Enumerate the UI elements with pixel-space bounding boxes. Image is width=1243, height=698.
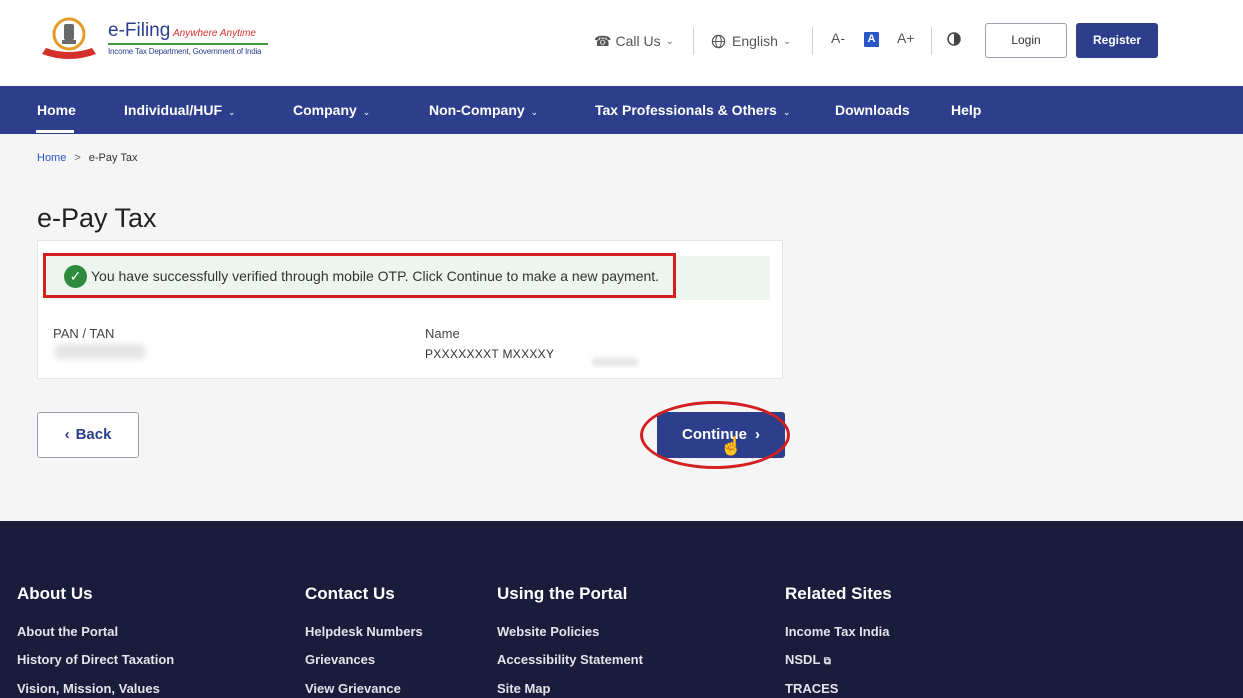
nav-item-help[interactable]: Help bbox=[951, 86, 981, 134]
globe-icon bbox=[711, 34, 726, 48]
footer-link[interactable]: Vision, Mission, Values bbox=[17, 681, 160, 696]
nav-item-home[interactable]: Home bbox=[37, 86, 76, 134]
logo-divider bbox=[108, 43, 268, 45]
nav-label: Help bbox=[951, 102, 982, 118]
logo-tagline: Anywhere Anytime bbox=[173, 28, 256, 39]
pan-tan-value-redacted bbox=[55, 344, 145, 359]
main-nav: Home Individual/HUF ⌄ Company ⌄ Non-Compan… bbox=[0, 86, 1243, 134]
breadcrumb: Home > e-Pay Tax bbox=[37, 152, 138, 164]
footer-link-label: NSDL bbox=[785, 652, 821, 667]
logo-title: e-Filing bbox=[108, 20, 171, 41]
annotation-highlight-box bbox=[43, 253, 676, 298]
chevron-down-icon: ⌄ bbox=[782, 107, 791, 117]
footer-link-nsdl[interactable]: NSDL ⧉ bbox=[785, 652, 831, 667]
footer-heading: Related Sites bbox=[785, 584, 892, 603]
emblem-icon bbox=[42, 17, 96, 59]
chevron-down-icon: ⌄ bbox=[665, 35, 674, 47]
back-label: Back bbox=[75, 426, 112, 443]
footer-link[interactable]: Income Tax India bbox=[785, 624, 890, 639]
contrast-icon[interactable] bbox=[947, 32, 961, 46]
footer-link[interactable]: History of Direct Taxation bbox=[17, 652, 174, 667]
chevron-down-icon: ⌄ bbox=[530, 107, 539, 117]
chevron-down-icon: ⌄ bbox=[782, 35, 792, 47]
font-decrease-button[interactable]: A- bbox=[831, 30, 845, 46]
font-default-button[interactable]: A bbox=[864, 32, 879, 47]
nav-item-downloads[interactable]: Downloads bbox=[835, 86, 910, 134]
call-us-dropdown[interactable]: ☎ Call Us ⌄ bbox=[594, 24, 674, 58]
language-dropdown[interactable]: English ⌄ bbox=[711, 24, 791, 58]
footer-link[interactable]: About the Portal bbox=[17, 624, 118, 639]
call-us-label: Call Us bbox=[615, 33, 661, 49]
back-button[interactable]: ‹ Back bbox=[37, 412, 139, 458]
name-label: Name bbox=[425, 326, 460, 341]
logo-subtitle: Income Tax Department, Government of Ind… bbox=[108, 47, 262, 56]
divider bbox=[931, 27, 932, 55]
font-increase-button[interactable]: A+ bbox=[897, 30, 915, 46]
footer-link[interactable]: Site Map bbox=[497, 681, 550, 696]
footer-link[interactable]: Accessibility Statement bbox=[497, 652, 643, 667]
breadcrumb-separator-icon: > bbox=[74, 152, 81, 164]
footer-heading: About Us bbox=[17, 584, 93, 603]
register-button[interactable]: Register bbox=[1076, 23, 1158, 58]
top-header: e-Filing Anywhere Anytime Income Tax Dep… bbox=[0, 0, 1243, 86]
annotation-ellipse bbox=[640, 401, 790, 469]
phone-icon: ☎ bbox=[594, 32, 612, 49]
divider bbox=[693, 27, 694, 55]
language-label: English bbox=[732, 33, 778, 49]
nav-label: Home bbox=[37, 102, 76, 118]
chevron-left-icon: ‹ bbox=[64, 426, 70, 443]
nav-label: Company bbox=[293, 102, 357, 118]
name-value: PXXXXXXXT MXXXXY bbox=[425, 347, 555, 361]
footer-link[interactable]: View Grievance bbox=[305, 681, 401, 696]
breadcrumb-home-link[interactable]: Home bbox=[37, 152, 66, 164]
login-button[interactable]: Login bbox=[985, 23, 1067, 58]
breadcrumb-current: e-Pay Tax bbox=[88, 152, 138, 164]
nav-item-non-company[interactable]: Non-Company ⌄ bbox=[429, 86, 538, 134]
footer-link[interactable]: Website Policies bbox=[497, 624, 599, 639]
page-title: e-Pay Tax bbox=[37, 203, 157, 233]
nav-active-indicator bbox=[36, 130, 74, 133]
nav-item-individual-huf[interactable]: Individual/HUF ⌄ bbox=[124, 86, 236, 134]
footer-link[interactable]: Helpdesk Numbers bbox=[305, 624, 423, 639]
nav-label: Individual/HUF bbox=[124, 102, 222, 118]
external-link-icon: ⧉ bbox=[823, 656, 831, 667]
chevron-down-icon: ⌄ bbox=[228, 107, 236, 117]
divider bbox=[812, 27, 813, 55]
footer: About Us About the Portal History of Dir… bbox=[0, 521, 1243, 698]
nav-label: Downloads bbox=[835, 102, 910, 118]
pan-tan-label: PAN / TAN bbox=[53, 326, 115, 341]
footer-heading: Using the Portal bbox=[497, 584, 628, 603]
nav-label: Tax Professionals & Others bbox=[595, 102, 777, 118]
nav-item-company[interactable]: Company ⌄ bbox=[293, 86, 370, 134]
footer-link[interactable]: TRACES bbox=[785, 681, 838, 696]
chevron-down-icon: ⌄ bbox=[362, 107, 371, 117]
nav-item-tax-professionals[interactable]: Tax Professionals & Others ⌄ bbox=[595, 86, 790, 134]
hand-cursor-icon: ☝ bbox=[720, 436, 743, 456]
footer-heading: Contact Us bbox=[305, 584, 395, 603]
nav-label: Non-Company bbox=[429, 102, 525, 118]
redacted-value bbox=[592, 358, 638, 366]
efiling-logo[interactable]: e-Filing Anywhere Anytime Income Tax Dep… bbox=[36, 14, 276, 66]
footer-link[interactable]: Grievances bbox=[305, 652, 375, 667]
